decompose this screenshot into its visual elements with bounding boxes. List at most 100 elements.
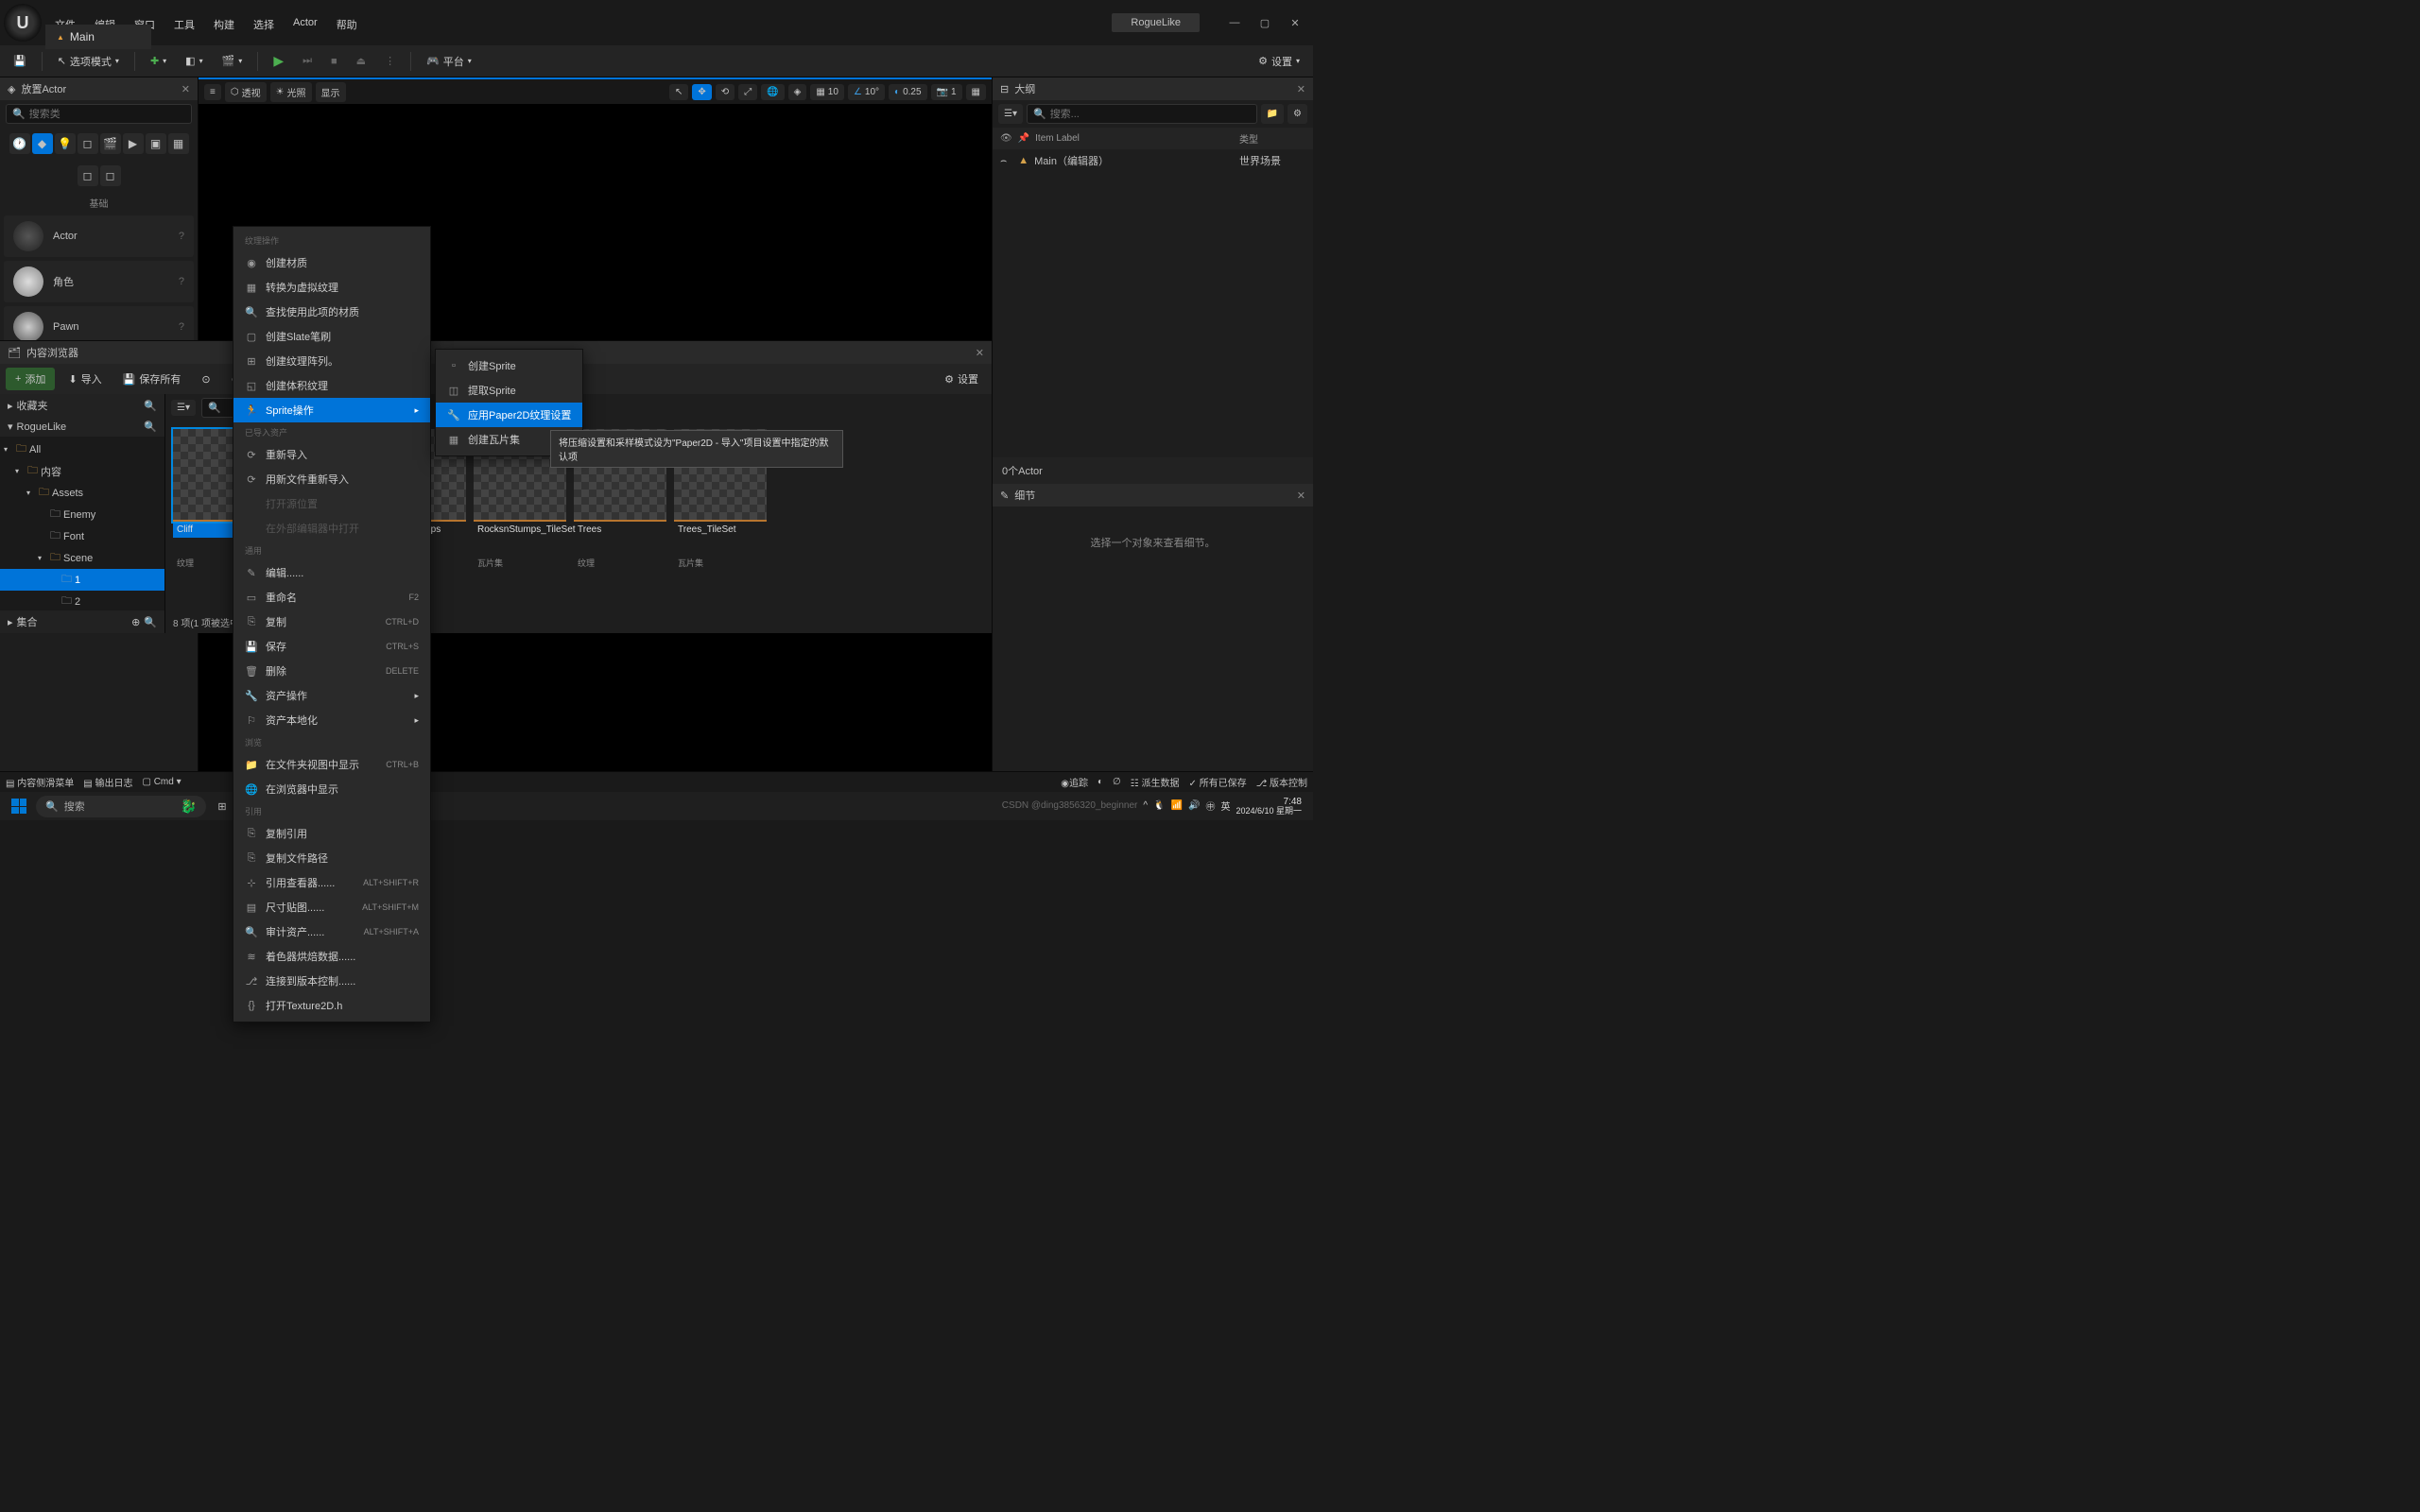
recent-category-icon[interactable]: 🕐 (9, 133, 30, 154)
tray-ime-icon[interactable]: 英 (1220, 799, 1230, 813)
platforms-button[interactable]: 🎮平台 (419, 50, 479, 73)
tree-item[interactable]: ▾🗀Assets (0, 482, 164, 504)
derived-data-button[interactable]: ☷ 派生数据 (1131, 775, 1180, 789)
ctx-shader-cook[interactable]: ≋着色器烘焙数据...... (233, 944, 430, 969)
menu-select[interactable]: 选择 (244, 13, 284, 36)
ctx-asset-local[interactable]: ⚐资产本地化 (233, 708, 430, 732)
filter-button[interactable]: ☰▾ (998, 104, 1023, 124)
perspective-button[interactable]: ⬡透视 (225, 82, 267, 102)
ctx-create-volume[interactable]: ◱创建体积纹理 (233, 373, 430, 398)
grid-snap[interactable]: ▦10 (810, 84, 844, 100)
viewport-menu[interactable]: ≡ (204, 84, 221, 100)
ctx-convert-virtual[interactable]: ▦转换为虚拟纹理 (233, 275, 430, 300)
tray-volume-icon[interactable]: 🔊 (1188, 800, 1200, 811)
play-options-button[interactable]: ⋮ (377, 51, 403, 71)
add-content-button[interactable]: ✚ (143, 51, 174, 71)
close-icon[interactable]: ✕ (1297, 83, 1305, 95)
collections-section[interactable]: ▸集合 ⊕ 🔍 (0, 610, 164, 633)
help-icon[interactable]: ? (179, 231, 184, 242)
angle-snap[interactable]: ∠10° (848, 84, 885, 100)
ctx-size-map[interactable]: ▤尺寸贴图......ALT+SHIFT+M (233, 895, 430, 919)
ctx-show-browser[interactable]: 🌐在浏览器中显示 (233, 777, 430, 801)
close-icon[interactable]: ✕ (1297, 490, 1305, 502)
cmd-button[interactable]: ▢ Cmd ▾ (142, 777, 181, 787)
help-icon[interactable]: ? (179, 276, 184, 287)
category-icon[interactable]: ◻ (100, 165, 121, 186)
actor-item[interactable]: Actor ? (4, 215, 194, 257)
tray-qq-icon[interactable]: 🐧 (1153, 800, 1165, 811)
tray-chevron-icon[interactable]: ^ (1143, 800, 1148, 811)
ctx-find-materials[interactable]: 🔍查找使用此项的材质 (233, 300, 430, 324)
add-icon[interactable]: ⊕ (131, 616, 140, 628)
settings-button[interactable]: ⚙ (1288, 104, 1307, 124)
ctx-delete[interactable]: 🗑删除DELETE (233, 659, 430, 683)
select-tool[interactable]: ↖ (669, 84, 688, 100)
ctx-sprite-ops[interactable]: 🏃Sprite操作 (233, 398, 430, 422)
actor-item[interactable]: 角色 ? (4, 261, 194, 302)
search-input[interactable] (29, 109, 185, 120)
menu-tools[interactable]: 工具 (164, 13, 204, 36)
search-icon[interactable]: 🔍 (144, 400, 157, 412)
output-log-button[interactable]: ▤ 输出日志 (83, 775, 132, 789)
scale-tool[interactable]: ⤢ (738, 84, 757, 100)
stop-button[interactable]: ■ (323, 52, 345, 71)
search-icon[interactable]: 🔍 (144, 421, 157, 433)
outliner-search[interactable]: 🔍 (1027, 104, 1257, 124)
project-section[interactable]: ▾RogueLike 🔍 (0, 417, 164, 437)
coord-space[interactable]: 🌐 (761, 84, 784, 100)
search-input[interactable] (1050, 109, 1251, 120)
search-icon[interactable]: 🔍 (144, 616, 157, 628)
tray-lang-icon[interactable]: ㊥ (1205, 799, 1215, 813)
help-icon[interactable]: ? (179, 321, 184, 333)
eject-button[interactable]: ⏏ (349, 51, 373, 71)
blueprints-button[interactable]: ◧ (178, 51, 210, 71)
ctx-copy-path[interactable]: ⎘复制文件路径 (233, 846, 430, 870)
filter-button[interactable]: ☰▾ (171, 400, 196, 416)
camera-speed[interactable]: 📷1 (931, 84, 962, 100)
save-button[interactable]: 💾 (6, 51, 34, 71)
category-icon[interactable]: ◻ (78, 165, 98, 186)
ctx-create-array[interactable]: ⊞创建纹理阵列。 (233, 349, 430, 373)
status-icon[interactable]: ◐ (1098, 777, 1103, 787)
settings-button[interactable]: ⚙设置 (937, 368, 986, 390)
tree-item[interactable]: 🗀Font (0, 525, 164, 547)
unreal-logo[interactable] (4, 4, 42, 42)
mode-selector[interactable]: ↖选项模式 (50, 50, 127, 73)
task-view-icon[interactable]: ⊞ (210, 794, 234, 818)
ctx-copy-ref[interactable]: ⎘复制引用 (233, 821, 430, 846)
outliner-row[interactable]: ⌢ ▲ Main（编辑器） 世界场景 (993, 149, 1313, 172)
content-drawer-button[interactable]: ▤ 内容侧滑菜单 (6, 775, 74, 789)
maximize-button[interactable]: ▢ (1251, 11, 1279, 34)
lights-category-icon[interactable]: 💡 (55, 133, 76, 154)
close-icon[interactable]: ✕ (182, 83, 190, 95)
basic-category-icon[interactable]: ◆ (32, 133, 53, 154)
ctx-ref-viewer[interactable]: ⊹引用查看器......ALT+SHIFT+R (233, 870, 430, 895)
taskbar-search[interactable]: 🔍 搜索 🐉 (36, 796, 206, 817)
cinematic-category-icon[interactable]: 🎬 (100, 133, 121, 154)
ctx-copy[interactable]: ⎘复制CTRL+D (233, 610, 430, 634)
ctx-extract-sprite[interactable]: ◫提取Sprite (436, 378, 582, 403)
ctx-reimport[interactable]: ⟳重新导入 (233, 442, 430, 467)
step-button[interactable]: ⏭ (295, 51, 320, 71)
ctx-audit[interactable]: 🔍审计资产......ALT+SHIFT+A (233, 919, 430, 944)
ctx-rename[interactable]: ▭重命名F2 (233, 585, 430, 610)
minimize-button[interactable]: — (1220, 11, 1249, 34)
taskbar-clock[interactable]: 7:48 2024/6/10 星期一 (1236, 797, 1302, 816)
menu-actor[interactable]: Actor (284, 13, 327, 32)
ctx-save[interactable]: 💾保存CTRL+S (233, 634, 430, 659)
import-button[interactable]: ⬇导入 (60, 368, 109, 390)
close-icon[interactable]: ✕ (976, 347, 984, 359)
favorites-section[interactable]: ▸收藏夹 🔍 (0, 394, 164, 417)
trace-button[interactable]: ◉追踪 (1061, 775, 1088, 789)
status-icon[interactable]: ∅ (1113, 777, 1121, 787)
settings-button[interactable]: ⚙设置 (1251, 50, 1307, 73)
menu-build[interactable]: 构建 (204, 13, 244, 36)
menu-help[interactable]: 帮助 (327, 13, 367, 36)
all-category-icon[interactable]: ▦ (168, 133, 189, 154)
tree-item[interactable]: 🗀Enemy (0, 504, 164, 525)
tray-network-icon[interactable]: 📶 (1171, 800, 1183, 811)
folder-button[interactable]: 📁 (1261, 104, 1284, 124)
source-control-button[interactable]: ⎇ 版本控制 (1256, 775, 1307, 789)
tree-item[interactable]: ▾🗀内容 (0, 460, 164, 482)
ctx-edit[interactable]: ✎编辑...... (233, 560, 430, 585)
